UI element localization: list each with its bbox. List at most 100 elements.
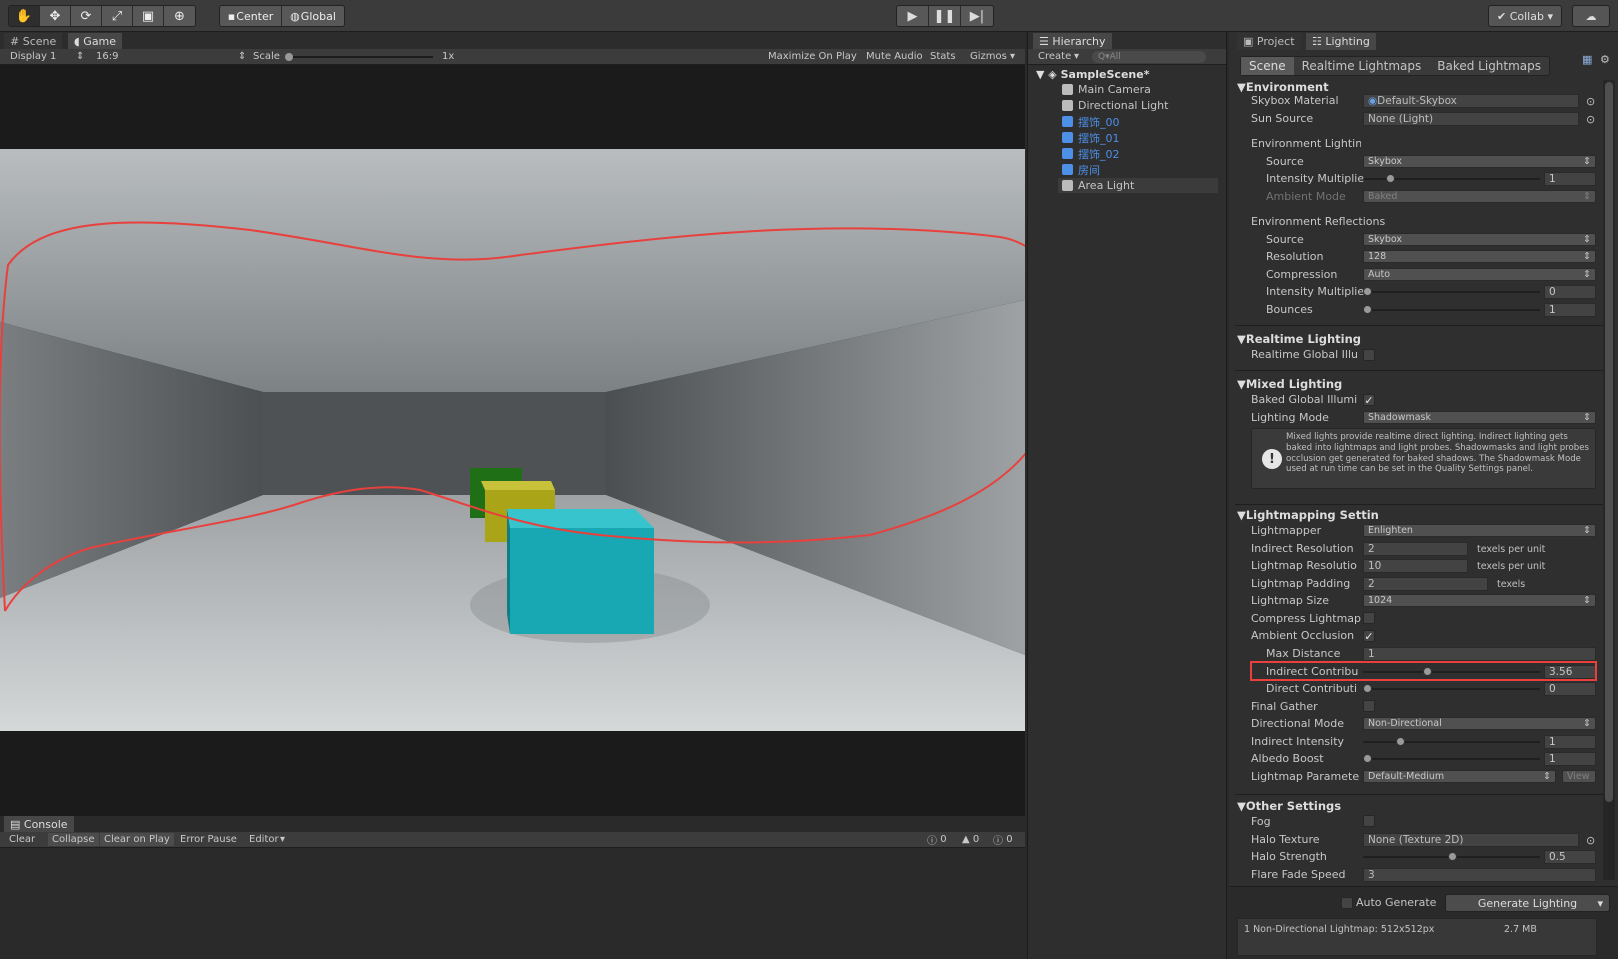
slider-knob[interactable]	[1363, 684, 1372, 693]
scale-icon[interactable]: ⤢	[102, 6, 133, 26]
hand-icon[interactable]: ✋	[9, 6, 40, 26]
subtab-realtime-lightmaps[interactable]: Realtime Lightmaps	[1294, 57, 1430, 75]
tab-hierarchy[interactable]: ☰ Hierarchy	[1033, 33, 1112, 50]
compress-lightmaps-checkbox[interactable]	[1363, 612, 1375, 624]
mute-audio-toggle[interactable]: Mute Audio	[866, 51, 923, 62]
hierarchy-item[interactable]: 摆饰_01	[1062, 130, 1120, 145]
lighting-settings-icon[interactable]: ⚙	[1600, 53, 1610, 66]
tab-game[interactable]: ◖ Game	[68, 33, 123, 50]
console-editor-dropdown[interactable]: Editor	[249, 834, 279, 845]
console-info-count[interactable]: ⓘ 0	[927, 832, 947, 847]
scale-slider-knob[interactable]	[285, 53, 293, 61]
step-icon[interactable]: ▶|	[961, 6, 993, 26]
halo-strength-value[interactable]: 0.5	[1544, 850, 1596, 864]
object-picker-icon[interactable]: ⊙	[1586, 95, 1595, 108]
albedo-boost-value[interactable]: 1	[1544, 752, 1596, 766]
console-warning-count[interactable]: ▲ 0	[962, 834, 979, 845]
refl-resolution-dropdown[interactable]: 128 ⇕	[1363, 250, 1596, 263]
slider-knob[interactable]	[1448, 852, 1457, 861]
slider-knob[interactable]	[1363, 305, 1372, 314]
refl-intensity-value[interactable]: 0	[1544, 285, 1596, 299]
tab-console[interactable]: ▤ Console	[4, 816, 74, 833]
lighting-help-icon[interactable]: ▦	[1582, 53, 1592, 66]
indirect-resolution-field[interactable]: 2	[1363, 542, 1468, 556]
gizmos-dropdown[interactable]: Gizmos	[970, 51, 1007, 62]
console-clear-button[interactable]: Clear	[9, 834, 35, 845]
section-lightmapping-settings[interactable]: ▼Lightmapping Settin	[1237, 508, 1379, 522]
bounces-value[interactable]: 1	[1544, 303, 1596, 317]
console-error-count[interactable]: ⓘ 0	[993, 832, 1013, 847]
hierarchy-item[interactable]: 房间	[1062, 162, 1100, 177]
directional-mode-dropdown[interactable]: Non-Directional ⇕	[1363, 717, 1596, 730]
lighting-mode-dropdown[interactable]: Shadowmask ⇕	[1363, 411, 1596, 424]
play-icon[interactable]: ▶	[897, 6, 929, 26]
pause-icon[interactable]: ❚❚	[929, 6, 961, 26]
game-viewport[interactable]	[0, 65, 1025, 815]
slider-knob[interactable]	[1396, 737, 1405, 746]
stats-toggle[interactable]: Stats	[930, 51, 956, 62]
subtab-baked-lightmaps[interactable]: Baked Lightmaps	[1429, 57, 1549, 75]
hierarchy-item[interactable]: Directional Light	[1062, 98, 1168, 113]
lighting-scrollbar[interactable]	[1603, 80, 1615, 880]
section-environment[interactable]: ▼Environment	[1237, 80, 1329, 94]
max-distance-field[interactable]: 1	[1363, 647, 1596, 661]
hierarchy-item[interactable]: Main Camera	[1062, 82, 1151, 97]
slider-knob[interactable]	[1363, 287, 1372, 296]
auto-generate-checkbox[interactable]	[1341, 897, 1353, 909]
refl-intensity-slider[interactable]: 0	[1363, 285, 1596, 299]
aspect-select[interactable]: 16:9	[96, 51, 118, 62]
hierarchy-search-input[interactable]: Q▾All	[1092, 50, 1206, 63]
env-source-dropdown[interactable]: Skybox ⇕	[1363, 155, 1596, 168]
fog-checkbox[interactable]	[1363, 815, 1375, 827]
lightmap-padding-field[interactable]: 2	[1363, 577, 1488, 591]
refl-source-dropdown[interactable]: Skybox ⇕	[1363, 233, 1596, 246]
baked-gi-checkbox[interactable]: ✓	[1363, 394, 1375, 406]
halo-texture-field[interactable]: None (Texture 2D)	[1363, 833, 1579, 847]
env-intensity-value[interactable]: 1	[1544, 172, 1596, 186]
display-select[interactable]: Display 1	[10, 51, 56, 62]
indirect-intensity-value[interactable]: 1	[1544, 735, 1596, 749]
flare-fade-speed-field[interactable]: 3	[1363, 868, 1596, 882]
tab-scene[interactable]: # Scene	[4, 33, 63, 50]
transform-icon[interactable]: ⊕	[164, 6, 195, 26]
maximize-on-play-toggle[interactable]: Maximize On Play	[768, 51, 857, 62]
lighting-scroll-thumb[interactable]	[1605, 82, 1613, 802]
lightmap-size-dropdown[interactable]: 1024 ⇕	[1363, 594, 1596, 607]
slider-knob[interactable]	[1363, 754, 1372, 763]
lightmapper-dropdown[interactable]: Enlighten ⇕	[1363, 524, 1596, 537]
realtime-gi-checkbox[interactable]	[1363, 349, 1375, 361]
subtab-scene[interactable]: Scene	[1241, 57, 1294, 75]
indirect-intensity-slider[interactable]: 1	[1363, 735, 1596, 749]
final-gather-checkbox[interactable]	[1363, 700, 1375, 712]
section-other-settings[interactable]: ▼Other Settings	[1237, 799, 1341, 813]
console-error-pause-button[interactable]: Error Pause	[180, 834, 237, 845]
sun-source-field[interactable]: None (Light)	[1363, 112, 1579, 126]
tab-project[interactable]: ▣ Project	[1237, 33, 1301, 50]
move-icon[interactable]: ✥	[40, 6, 71, 26]
refl-compression-dropdown[interactable]: Auto ⇕	[1363, 268, 1596, 281]
section-realtime-lighting[interactable]: ▼Realtime Lighting	[1237, 332, 1361, 346]
hierarchy-item[interactable]: Area Light	[1058, 178, 1218, 193]
cloud-button[interactable]: ☁	[1572, 5, 1610, 27]
rotate-icon[interactable]: ⟳	[71, 6, 102, 26]
hierarchy-item[interactable]: 摆饰_00	[1062, 114, 1120, 129]
tab-lighting[interactable]: ☷ Lighting	[1306, 33, 1376, 50]
lightmap-params-dropdown[interactable]: Default-Medium ⇕	[1363, 770, 1556, 783]
console-collapse-button[interactable]: Collapse	[48, 833, 99, 846]
direct-contribution-value[interactable]: 0	[1544, 682, 1596, 696]
hierarchy-scene-root[interactable]: ▼ ◈ SampleScene*	[1036, 67, 1149, 82]
ambient-occlusion-checkbox[interactable]: ✓	[1363, 630, 1375, 642]
scale-slider[interactable]	[285, 53, 433, 61]
hierarchy-item[interactable]: 摆饰_02	[1062, 146, 1120, 161]
albedo-boost-slider[interactable]: 1	[1363, 752, 1596, 766]
bounces-slider[interactable]: 1	[1363, 303, 1596, 317]
collab-button[interactable]: ✔ Collab ▾	[1488, 5, 1562, 27]
section-mixed-lighting[interactable]: ▼Mixed Lighting	[1237, 377, 1342, 391]
direct-contribution-slider[interactable]: 0	[1363, 682, 1596, 696]
lightmap-params-view-button[interactable]: View	[1562, 770, 1596, 783]
hierarchy-create-dropdown[interactable]: Create	[1038, 51, 1071, 62]
skybox-material-field[interactable]: ◉ Default-Skybox	[1363, 94, 1579, 108]
console-clear-on-play-button[interactable]: Clear on Play	[100, 833, 174, 846]
object-picker-icon[interactable]: ⊙	[1586, 834, 1595, 847]
space-global-button[interactable]: ◍ Global	[282, 6, 344, 26]
